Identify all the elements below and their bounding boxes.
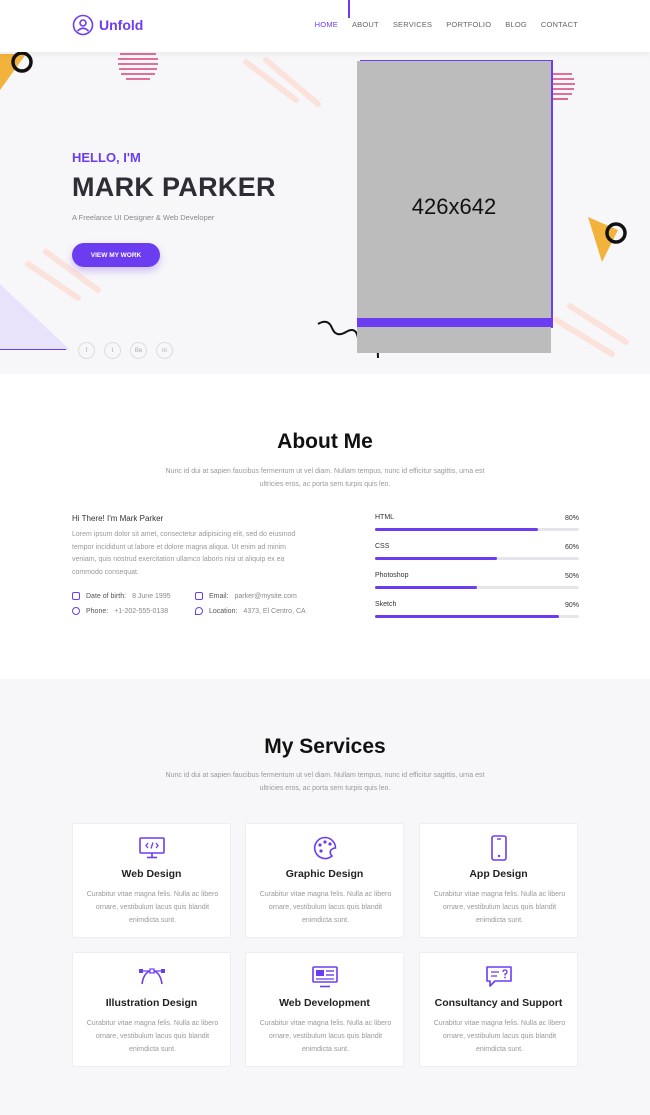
skill-name: CSS <box>375 543 390 550</box>
service-title: App Design <box>469 868 528 880</box>
about-bio: Hi There! I'm Mark Parker Lorem ipsum do… <box>72 514 312 579</box>
about-bio-text: Lorem ipsum dolor sit amet, consectetur … <box>72 531 296 576</box>
service-card-consultancy-support[interactable]: Consultancy and Support Curabitur vitae … <box>419 952 578 1067</box>
skill-bar-track <box>375 528 579 531</box>
hero-name: MARK PARKER <box>72 172 276 202</box>
nav-about[interactable]: ABOUT <box>352 20 379 29</box>
skill-percent: 50% <box>564 573 579 580</box>
info-email-label: Email: <box>209 592 229 600</box>
social-links: f t Be in <box>78 342 173 359</box>
view-my-work-button[interactable]: VIEW MY WORK <box>72 243 160 267</box>
smartphone-icon <box>486 835 512 861</box>
behance-icon[interactable]: Be <box>130 342 147 359</box>
service-title: Web Development <box>279 997 370 1009</box>
skill-percent: 90% <box>564 602 579 609</box>
photo-accent-bar <box>357 318 553 327</box>
skill-name: HTML <box>375 514 395 521</box>
facebook-icon[interactable]: f <box>78 342 95 359</box>
info-location-value: 4373, El Centro, CA <box>243 607 306 615</box>
palette-icon <box>312 836 338 860</box>
services-title: My Services <box>264 735 386 758</box>
chat-question-icon <box>486 965 512 989</box>
brand-logo[interactable]: Unfold <box>72 14 143 36</box>
service-text: Curabitur vitae magna felis. Nulla ac li… <box>259 1020 392 1053</box>
skill-bar-fill <box>375 528 539 531</box>
main-nav: HOME ABOUT SERVICES PORTFOLIO BLOG CONTA… <box>315 20 578 29</box>
about-section: About Me Nunc id dui at sapien faucibus … <box>0 374 650 679</box>
skill-percent: 60% <box>564 544 579 551</box>
hero-section: HELLO, I'M MARK PARKER A Freelance UI De… <box>0 52 650 374</box>
service-text: Curabitur vitae magna felis. Nulla ac li… <box>86 891 219 924</box>
map-pin-icon <box>195 607 203 615</box>
nav-home[interactable]: HOME <box>315 20 338 29</box>
about-description: Nunc id dui at sapien faucibus fermentum… <box>165 468 485 488</box>
info-phone-value: +1-202-555-0138 <box>114 607 169 615</box>
browser-layout-icon <box>312 965 338 989</box>
linkedin-icon[interactable]: in <box>156 342 173 359</box>
skill-name: Photoshop <box>375 572 409 579</box>
service-card-app-design[interactable]: App Design Curabitur vitae magna felis. … <box>419 823 578 938</box>
envelope-icon <box>195 592 203 600</box>
twitter-icon[interactable]: t <box>104 342 121 359</box>
nav-portfolio[interactable]: PORTFOLIO <box>446 20 491 29</box>
service-text: Curabitur vitae magna felis. Nulla ac li… <box>433 891 566 924</box>
skill-bar-fill <box>375 586 477 589</box>
skill-name: Sketch <box>375 601 397 608</box>
service-title: Consultancy and Support <box>434 997 563 1009</box>
info-location-label: Location: <box>209 607 238 615</box>
info-dob-value: 8 June 1995 <box>132 592 171 600</box>
service-title: Graphic Design <box>285 868 364 880</box>
hero-subtitle: A Freelance UI Designer & Web Developer <box>72 213 215 222</box>
hero-greeting: HELLO, I'M <box>72 150 141 165</box>
skill-photoshop: Photoshop 50% <box>375 572 579 601</box>
info-location: Location: 4373, El Centro, CA <box>195 607 306 615</box>
skill-bar-track <box>375 586 579 589</box>
service-title: Web Design <box>121 868 182 880</box>
skill-html: HTML 80% <box>375 514 579 543</box>
info-phone: Phone: +1-202-555-0138 <box>72 607 168 615</box>
nav-services[interactable]: SERVICES <box>393 20 432 29</box>
about-title: About Me <box>277 430 373 453</box>
info-phone-label: Phone: <box>86 607 109 615</box>
skill-css: CSS 60% <box>375 543 579 572</box>
brand-name: Unfold <box>99 17 144 33</box>
profile-photo-placeholder: 426x642 <box>357 61 551 353</box>
service-card-web-design[interactable]: Web Design Curabitur vitae magna felis. … <box>72 823 231 938</box>
nav-active-indicator <box>348 0 350 18</box>
brand-logo-icon <box>72 14 94 36</box>
service-text: Curabitur vitae magna felis. Nulla ac li… <box>86 1020 219 1053</box>
skill-sketch: Sketch 90% <box>375 601 579 630</box>
calendar-icon <box>72 592 80 600</box>
phone-icon <box>72 607 80 615</box>
skill-bar-fill <box>375 557 498 560</box>
services-description: Nunc id dui at sapien faucibus fermentum… <box>165 772 485 792</box>
hero-divider <box>0 349 66 350</box>
skill-bar-track <box>375 557 579 560</box>
bezier-curve-icon <box>139 965 165 989</box>
nav-blog[interactable]: BLOG <box>505 20 527 29</box>
nav-contact[interactable]: CONTACT <box>541 20 578 29</box>
service-card-illustration-design[interactable]: Illustration Design Curabitur vitae magn… <box>72 952 231 1067</box>
skill-bar-track <box>375 615 579 618</box>
info-email: Email: parker@mysite.com <box>195 592 297 600</box>
info-email-value[interactable]: parker@mysite.com <box>234 593 296 600</box>
skills-list: HTML 80% CSS 60% Photoshop 50% Sketch 90… <box>375 514 579 630</box>
services-section: My Services Nunc id dui at sapien faucib… <box>0 679 650 1115</box>
service-text: Curabitur vitae magna felis. Nulla ac li… <box>259 891 392 924</box>
service-title: Illustration Design <box>105 997 198 1009</box>
service-card-graphic-design[interactable]: Graphic Design Curabitur vitae magna fel… <box>245 823 404 938</box>
about-greeting: Hi There! I'm Mark Parker <box>72 514 164 523</box>
info-dob: Date of birth: 8 June 1995 <box>72 592 171 600</box>
skill-bar-fill <box>375 615 559 618</box>
skill-percent: 80% <box>564 515 579 522</box>
info-dob-label: Date of birth: <box>86 592 127 600</box>
service-text: Curabitur vitae magna felis. Nulla ac li… <box>433 1020 566 1053</box>
service-card-web-development[interactable]: Web Development Curabitur vitae magna fe… <box>245 952 404 1067</box>
site-header: Unfold HOME ABOUT SERVICES PORTFOLIO BLO… <box>0 0 650 52</box>
monitor-code-icon <box>139 836 165 860</box>
